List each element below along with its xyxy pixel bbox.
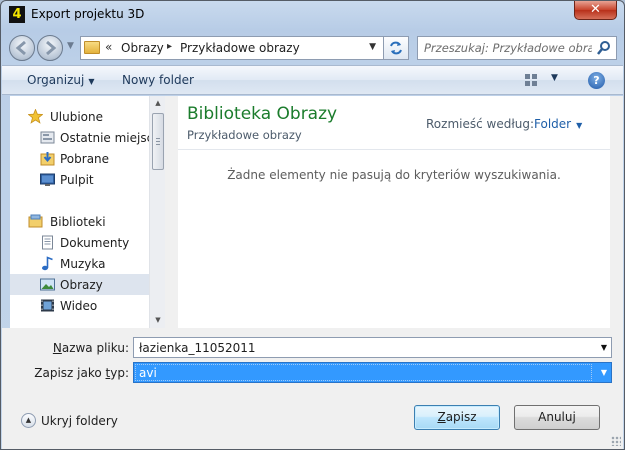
nav-item-muzyka[interactable]: Muzyka — [10, 253, 149, 274]
filetype-label-text: Zapisz jako typ: — [34, 366, 129, 380]
scrollbar-thumb[interactable] — [152, 113, 164, 170]
forward-button[interactable] — [37, 35, 63, 61]
focus-rectangle — [135, 364, 592, 381]
back-arrow-icon — [15, 40, 26, 56]
resize-grip[interactable] — [611, 436, 621, 446]
nav-item-label: Dokumenty — [60, 236, 130, 250]
documents-icon — [42, 235, 53, 250]
recent-pages-dropdown[interactable]: ▼ — [67, 41, 74, 51]
filetype-select[interactable]: avi ▼ — [133, 362, 612, 383]
nav-item-dokumenty[interactable]: Dokumenty — [10, 232, 149, 253]
back-button[interactable] — [9, 35, 35, 61]
nav-item-ostatnie-miejsca[interactable]: Ostatnie miejsca — [10, 127, 161, 148]
filename-input[interactable] — [139, 340, 594, 355]
library-subtitle: Przykładowe obrazy — [187, 128, 302, 142]
star-icon — [28, 109, 43, 124]
navigation-pane: Ulubione Ostatnie miejsca Pobrane Pulpit… — [10, 96, 165, 328]
new-folder-button[interactable]: Nowy folder — [122, 73, 194, 87]
nav-item-label: Wideo — [60, 299, 98, 313]
nav-item-label: Obrazy — [60, 278, 103, 292]
arrange-by-dropdown[interactable]: Folder ▼ — [534, 117, 582, 131]
breadcrumb-separator[interactable]: ▸ — [167, 41, 172, 52]
filename-label: Nazwa pliku: — [52, 341, 129, 355]
nav-item-label: Muzyka — [60, 257, 106, 271]
filetype-label: Zapisz jako typ: — [21, 366, 129, 380]
filename-label-rest: azwa pliku: — [61, 341, 129, 355]
chevron-down-icon: ▼ — [576, 121, 583, 130]
nav-item-label: Pobrane — [60, 152, 110, 166]
libraries-icon — [28, 214, 43, 228]
save-button-label: Zapisz — [437, 410, 477, 424]
file-list-pane: Biblioteka Obrazy Przykładowe obrazy Roz… — [178, 96, 610, 328]
forward-arrow-icon — [46, 40, 57, 56]
pictures-icon — [40, 278, 55, 291]
library-title: Biblioteka Obrazy — [187, 104, 338, 124]
nav-item-ulubione[interactable]: Ulubione — [10, 106, 149, 127]
pane-splitter[interactable] — [165, 96, 178, 328]
nav-item-wideo[interactable]: Wideo — [10, 295, 149, 316]
chevron-down-icon[interactable]: ▼ — [601, 343, 607, 352]
video-icon — [41, 299, 54, 312]
organize-menu-button[interactable]: Organizuj ▼ — [27, 73, 94, 87]
search-icon[interactable] — [597, 40, 611, 56]
downloads-icon — [40, 152, 55, 166]
nav-item-pobrane[interactable]: Pobrane — [10, 148, 149, 169]
search-input[interactable] — [424, 40, 592, 56]
cancel-button[interactable]: Anuluj — [514, 405, 600, 430]
hide-folders-label: Ukryj foldery — [41, 414, 118, 428]
refresh-icon — [390, 41, 402, 55]
header-divider — [178, 149, 610, 150]
filename-combobox[interactable]: ▼ — [133, 337, 612, 358]
nav-item-label: Biblioteki — [50, 215, 106, 229]
address-row: ▼ « Obrazy ▸ Przykładowe obrazy ▼ — [1, 33, 624, 61]
nav-item-obrazy[interactable]: Obrazy — [10, 274, 149, 295]
filetype-value: avi — [139, 366, 157, 380]
search-box[interactable] — [417, 36, 617, 60]
arrange-by-label: Rozmieść według: — [426, 117, 534, 131]
nav-item-biblioteki[interactable]: Biblioteki — [10, 211, 149, 232]
app-logo-icon: 4 — [9, 6, 25, 23]
organize-label: Organizuj — [27, 73, 85, 87]
overflow-chevron[interactable]: « — [105, 40, 112, 54]
breadcrumb-obrazy[interactable]: Obrazy — [121, 41, 164, 55]
chevron-down-icon[interactable]: ▼ — [601, 368, 607, 377]
desktop-icon — [40, 173, 55, 186]
save-dialog-window: 4 Export projektu 3D ✕ ▼ « Obrazy ▸ Przy… — [0, 0, 625, 450]
arrange-by-value: Folder — [534, 117, 572, 131]
nav-item-pulpit[interactable]: Pulpit — [10, 169, 149, 190]
music-icon — [42, 256, 53, 271]
navigation-pane-scrollbar[interactable]: ▲ ▼ — [149, 96, 165, 328]
nav-item-label: Ulubione — [50, 110, 104, 124]
nav-item-label: Pulpit — [60, 173, 94, 187]
window-title: Export projektu 3D — [31, 7, 145, 21]
scroll-up-arrow-icon[interactable]: ▲ — [150, 96, 166, 111]
address-dropdown-icon[interactable]: ▼ — [369, 42, 376, 52]
content-right-border — [610, 96, 623, 328]
nav-item-label: Ostatnie miejsca — [60, 131, 161, 145]
refresh-button[interactable] — [383, 36, 409, 60]
save-button[interactable]: Zapisz — [414, 405, 500, 430]
view-options-dropdown-icon[interactable]: ▼ — [551, 73, 558, 83]
scroll-down-arrow-icon[interactable]: ▼ — [150, 313, 166, 328]
breadcrumb-przykladowe-obrazy[interactable]: Przykładowe obrazy — [180, 41, 300, 55]
close-button[interactable]: ✕ — [574, 1, 617, 20]
folder-icon — [84, 41, 100, 54]
change-view-icon[interactable] — [524, 73, 538, 87]
address-bar[interactable]: « Obrazy ▸ Przykładowe obrazy ▼ — [80, 36, 408, 60]
chevron-up-icon: ▲ — [21, 413, 36, 428]
command-toolbar: Organizuj ▼ Nowy folder ▼ ? — [2, 65, 623, 95]
recent-places-icon — [40, 131, 55, 144]
empty-results-message: Żadne elementy nie pasują do kryteriów w… — [227, 168, 561, 182]
title-bar[interactable]: 4 Export projektu 3D ✕ — [1, 1, 624, 29]
chevron-down-icon: ▼ — [88, 77, 95, 86]
help-button[interactable]: ? — [588, 72, 605, 89]
